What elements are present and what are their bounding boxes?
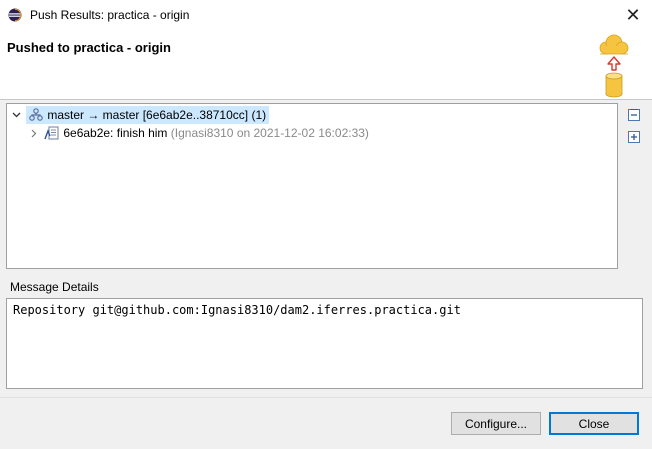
message-details-text[interactable]: Repository git@github.com:Ignasi8310/dam… <box>6 298 643 389</box>
header-title: Pushed to practica - origin <box>7 40 171 55</box>
collapse-all-icon[interactable] <box>627 108 641 122</box>
push-cloud-repository-graphic <box>594 32 634 98</box>
tree-row-ref-update[interactable]: master → master [6e6ab2e..38710cc] (1) <box>11 106 270 124</box>
commit-meta: (Ignasi8310 on 2021-12-02 16:02:33) <box>170 126 369 140</box>
chevron-down-icon[interactable] <box>11 106 23 124</box>
dialog-header: Pushed to practica - origin <box>0 30 652 100</box>
commit-label: 6e6ab2e: finish him <box>63 126 168 140</box>
eclipse-icon <box>8 8 22 22</box>
ref-update-label: master → master [6e6ab2e..38710cc] (1) <box>47 108 267 122</box>
tree-row-commit[interactable]: 6e6ab2e: finish him (Ignasi8310 on 2021-… <box>29 124 369 142</box>
configure-button[interactable]: Configure... <box>451 412 541 435</box>
expand-all-icon[interactable] <box>627 130 641 144</box>
selected-ref-item[interactable]: master → master [6e6ab2e..38710cc] (1) <box>26 106 270 124</box>
title-bar: Push Results: practica - origin ✕ <box>0 0 652 30</box>
close-button[interactable]: Close <box>549 412 639 435</box>
push-results-tree[interactable]: master → master [6e6ab2e..38710cc] (1) 6… <box>6 103 618 269</box>
branch-icon <box>28 107 44 123</box>
footer-divider <box>0 397 652 398</box>
message-details-label: Message Details <box>10 280 99 294</box>
window-title: Push Results: practica - origin <box>30 8 190 22</box>
chevron-right-icon[interactable] <box>29 124 41 142</box>
message-details-content: Repository git@github.com:Ignasi8310/dam… <box>13 303 461 317</box>
close-icon[interactable]: ✕ <box>622 4 644 26</box>
commit-icon <box>44 125 60 141</box>
